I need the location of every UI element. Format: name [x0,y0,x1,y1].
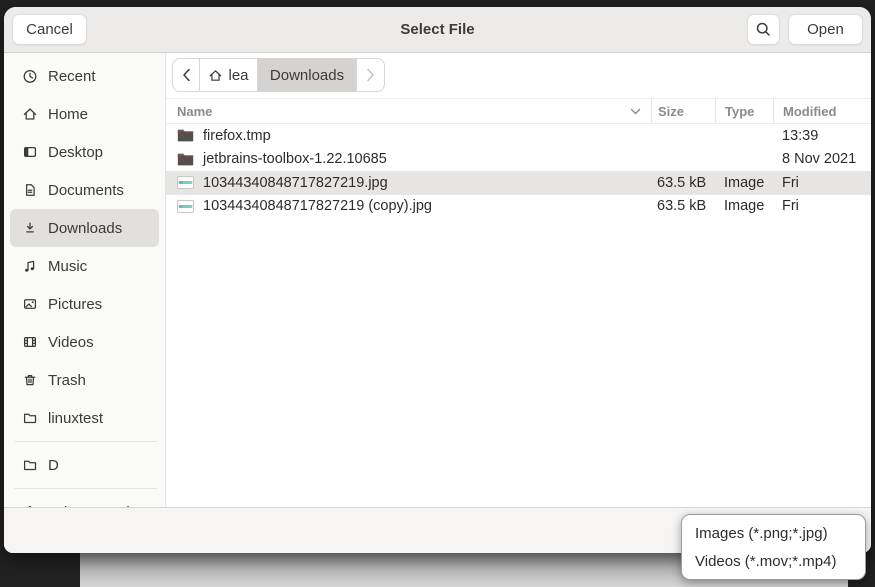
column-header-type[interactable]: Type [715,99,773,123]
file-type-cell [715,148,773,172]
folder-icon [177,129,194,142]
sidebar-item-trash[interactable]: Trash [10,361,159,399]
videos-icon [22,334,38,350]
sidebar-item-label: Desktop [48,144,103,161]
folder-icon [22,457,38,473]
path-forward-button[interactable] [357,59,384,91]
sidebar-item-home[interactable]: Home [10,95,159,133]
sidebar-item-label: Pictures [48,296,102,313]
path-segment-current[interactable]: Downloads [258,59,357,91]
sidebar: Recent Home Desktop Documents Downloads Music… [4,53,166,507]
recent-icon [22,68,38,84]
file-size-cell: 63.5 kB [651,195,715,219]
file-name: jetbrains-toolbox-1.22.10685 [203,151,387,167]
file-type-cell: Image [715,195,773,219]
chevron-left-icon [182,68,191,82]
sidebar-item-label: Videos [48,334,94,351]
file-modified-cell: 8 Nov 2021 [773,148,871,172]
sidebar-item-desktop[interactable]: Desktop [10,133,159,171]
column-header-name[interactable]: Name [166,99,651,123]
file-name-cell: 10344340848717827219 (copy).jpg [166,195,651,219]
sidebar-item-label: Trash [48,372,86,389]
sidebar-item-label: linuxtest [48,410,103,427]
headerbar-right-group: Open [747,14,863,45]
sidebar-item-recent[interactable]: Recent [10,57,159,95]
file-name-cell: jetbrains-toolbox-1.22.10685 [166,148,651,172]
file-size-cell [651,124,715,148]
folder-icon [177,153,194,166]
screen: Cancel Select File Open Recent Home Deskto… [0,0,875,587]
sidebar-item-linuxtest[interactable]: linuxtest [10,399,159,437]
sidebar-divider [14,441,157,442]
sidebar-item-label: Recent [48,68,96,85]
dialog-title: Select File [400,21,474,38]
chevron-right-icon [366,68,375,82]
file-modified-cell: Fri [773,195,871,219]
file-name-cell: 10344340848717827219.jpg [166,171,651,195]
path-segment-label: lea [228,67,248,84]
column-name-label: Name [177,104,212,119]
image-thumbnail-icon [177,200,194,213]
home-icon [208,68,223,83]
file-name-cell: firefox.tmp [166,124,651,148]
desktop-icon [22,144,38,160]
file-modified-cell: 13:39 [773,124,871,148]
file-name: firefox.tmp [203,128,271,144]
folder-icon [22,410,38,426]
file-modified-cell: Fri [773,171,871,195]
sidebar-item-label: Home [48,106,88,123]
sidebar-item-label: Documents [48,182,124,199]
file-size-cell: 63.5 kB [651,171,715,195]
cancel-button[interactable]: Cancel [12,14,87,45]
column-header-modified[interactable]: Modified [773,99,871,123]
trash-icon [22,372,38,388]
table-row[interactable]: jetbrains-toolbox-1.22.10685 8 Nov 2021 [166,148,871,172]
table-row[interactable]: 10344340848717827219.jpg 63.5 kBImageFri [166,171,871,195]
table-row[interactable]: firefox.tmp 13:39 [166,124,871,148]
file-filter-menu: Images (*.png;*.jpg)Videos (*.mov;*.mp4) [681,514,866,580]
headerbar: Cancel Select File Open [4,7,871,53]
sidebar-item-pictures[interactable]: Pictures [10,285,159,323]
sidebar-item-downloads[interactable]: Downloads [10,209,159,247]
file-browser-content: lea Downloads Name Size Type [166,53,871,507]
magnifier-icon [755,21,772,38]
search-button[interactable] [747,14,780,45]
file-name: 10344340848717827219 (copy).jpg [203,198,432,214]
downloads-icon [22,220,38,236]
open-button[interactable]: Open [788,14,863,45]
sidebar-item-music[interactable]: Music [10,247,159,285]
documents-icon [22,182,38,198]
sidebar-divider [14,488,157,489]
sort-chevron-down-icon [630,108,641,115]
file-size-cell [651,148,715,172]
column-header-size[interactable]: Size [651,99,715,123]
file-type-cell: Image [715,171,773,195]
sidebar-item-label: Music [48,258,87,275]
sidebar-item-videos[interactable]: Videos [10,323,159,361]
file-chooser-dialog: Cancel Select File Open Recent Home Deskto… [4,7,871,553]
path-segment-home[interactable]: lea [200,59,258,91]
pictures-icon [22,296,38,312]
sidebar-item-label: D [48,457,59,474]
list-column-headers: Name Size Type Modified [166,98,871,124]
sidebar-item-other-locations[interactable]: Other Locations [10,493,159,507]
image-thumbnail-icon [177,176,194,189]
music-icon [22,258,38,274]
pathbar: lea Downloads [172,58,385,92]
filter-menu-item[interactable]: Images (*.png;*.jpg) [682,519,865,547]
table-row[interactable]: 10344340848717827219 (copy).jpg 63.5 kBIm… [166,195,871,219]
home-icon [22,106,38,122]
path-back-button[interactable] [173,59,200,91]
sidebar-item-d[interactable]: D [10,446,159,484]
file-list-rows: firefox.tmp13:39jetbrains-toolbox-1.22.1… [166,124,871,218]
file-type-cell [715,124,773,148]
sidebar-item-label: Downloads [48,220,122,237]
file-name: 10344340848717827219.jpg [203,175,388,191]
sidebar-item-documents[interactable]: Documents [10,171,159,209]
filter-menu-item[interactable]: Videos (*.mov;*.mp4) [682,547,865,575]
